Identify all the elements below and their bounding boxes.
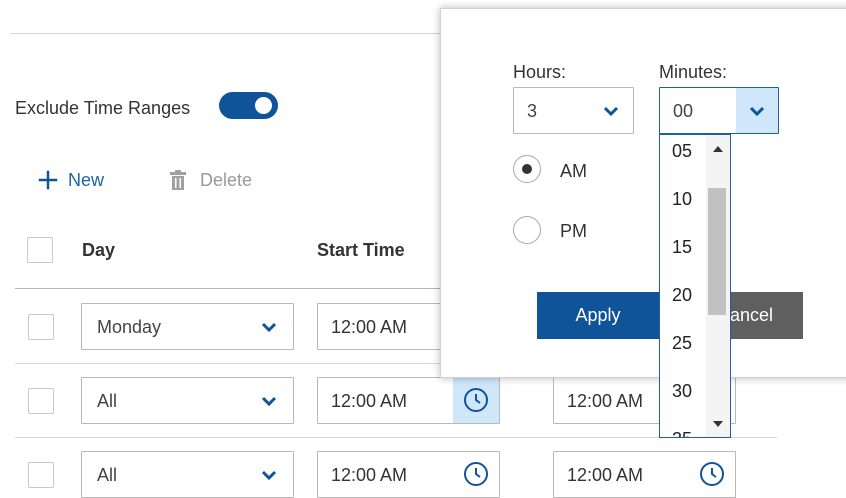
minutes-dropdown-toggle[interactable] bbox=[736, 88, 778, 133]
clock-icon[interactable] bbox=[699, 461, 725, 487]
minute-option[interactable]: 30 bbox=[672, 381, 692, 402]
row-checkbox[interactable] bbox=[28, 462, 54, 488]
hours-select-value: 3 bbox=[527, 101, 538, 121]
trash-icon bbox=[170, 170, 186, 190]
hours-label: Hours: bbox=[513, 62, 567, 82]
day-select-value: Monday bbox=[97, 317, 162, 337]
end-time-input[interactable]: 12:00 AM bbox=[553, 451, 736, 498]
apply-button[interactable]: Apply bbox=[537, 292, 659, 339]
clock-icon bbox=[464, 388, 488, 412]
pm-label: PM bbox=[560, 221, 587, 241]
minutes-label: Minutes: bbox=[659, 62, 728, 82]
chevron-down-icon bbox=[261, 470, 277, 480]
exclude-time-ranges-label: Exclude Time Ranges bbox=[15, 98, 191, 118]
minute-option[interactable]: 35 bbox=[672, 429, 692, 437]
minute-option[interactable]: 15 bbox=[672, 237, 692, 258]
minute-option[interactable]: 05 bbox=[672, 141, 692, 162]
start-time-value: 12:00 AM bbox=[331, 317, 408, 337]
column-header-day: Day bbox=[82, 240, 116, 260]
minute-option[interactable]: 25 bbox=[672, 333, 692, 354]
minutes-select[interactable]: 00 bbox=[659, 87, 779, 134]
day-select-value: All bbox=[97, 465, 118, 485]
new-button-label: New bbox=[68, 170, 105, 190]
delete-button-label: Delete bbox=[200, 170, 253, 190]
start-time-input[interactable]: 12:00 AM bbox=[317, 377, 500, 424]
chevron-down-icon bbox=[261, 396, 277, 406]
select-all-checkbox[interactable] bbox=[27, 237, 53, 263]
day-select[interactable]: All bbox=[81, 377, 294, 424]
start-time-input[interactable]: 12:00 AM bbox=[317, 303, 457, 350]
minute-option[interactable]: 20 bbox=[672, 285, 692, 306]
end-time-value: 12:00 AM bbox=[567, 465, 644, 485]
scroll-up-arrow-icon[interactable] bbox=[712, 145, 724, 153]
row-checkbox[interactable] bbox=[28, 314, 54, 340]
day-select[interactable]: Monday bbox=[81, 303, 294, 350]
day-select-value: All bbox=[97, 391, 118, 411]
row-checkbox[interactable] bbox=[28, 388, 54, 414]
start-time-value: 12:00 AM bbox=[331, 465, 408, 485]
chevron-down-icon bbox=[749, 106, 765, 116]
toggle-knob bbox=[255, 97, 272, 114]
minutes-scrollbar-thumb[interactable] bbox=[708, 188, 726, 315]
minute-option[interactable]: 10 bbox=[672, 189, 692, 210]
column-header-start-time: Start Time bbox=[317, 240, 405, 260]
radio-selected-dot bbox=[522, 164, 532, 174]
exclude-time-ranges-toggle[interactable] bbox=[219, 92, 278, 119]
am-label: AM bbox=[560, 161, 587, 181]
header-divider bbox=[15, 288, 445, 289]
start-time-input[interactable]: 12:00 AM bbox=[317, 451, 500, 498]
clock-button[interactable] bbox=[453, 378, 499, 423]
plus-icon bbox=[38, 170, 58, 190]
start-time-value: 12:00 AM bbox=[331, 391, 408, 411]
chevron-down-icon bbox=[603, 106, 619, 116]
chevron-down-icon bbox=[261, 322, 277, 332]
hours-select[interactable]: 3 bbox=[513, 87, 634, 134]
row-divider bbox=[15, 363, 445, 364]
end-time-value: 12:00 AM bbox=[567, 391, 644, 411]
pm-radio[interactable] bbox=[513, 216, 541, 244]
scroll-down-arrow-icon[interactable] bbox=[712, 420, 724, 428]
top-divider bbox=[10, 33, 450, 34]
delete-button[interactable]: Delete bbox=[169, 169, 269, 193]
clock-icon[interactable] bbox=[463, 461, 489, 487]
minutes-select-value: 00 bbox=[673, 101, 694, 121]
day-select[interactable]: All bbox=[81, 451, 294, 498]
am-radio[interactable] bbox=[513, 155, 541, 183]
